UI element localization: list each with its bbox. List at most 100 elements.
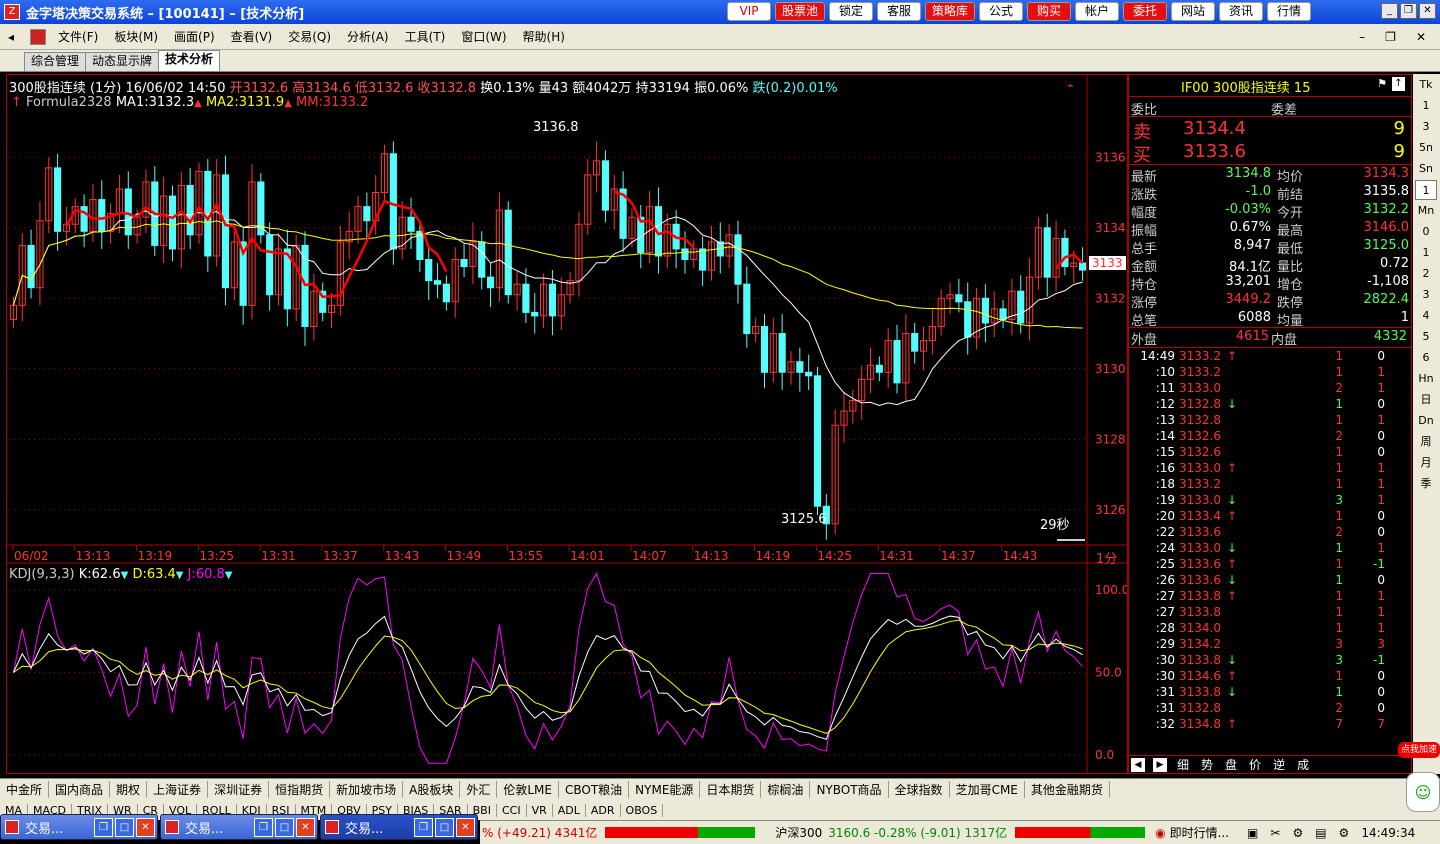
detail-tab-5[interactable]: 成 — [1291, 756, 1315, 773]
task-close-icon[interactable]: ✕ — [296, 817, 315, 837]
market-tab-1[interactable]: 国内商品 — [49, 781, 111, 798]
period-button-4[interactable]: Sn — [1415, 159, 1437, 179]
top-button-5[interactable]: 公式 — [979, 2, 1024, 21]
task-max-icon[interactable]: □ — [275, 817, 294, 837]
top-button-10[interactable]: 资讯 — [1219, 2, 1264, 21]
task-restore-icon[interactable]: ❐ — [414, 817, 433, 837]
close-icon[interactable]: ✕ — [1419, 3, 1436, 19]
market-tab-4[interactable]: 深圳证券 — [208, 781, 270, 798]
menu-item-1[interactable]: 板块(M) — [106, 28, 166, 45]
period-button-8[interactable]: 1 — [1415, 243, 1437, 263]
market-tab-16[interactable]: 芝加哥CME — [950, 781, 1025, 798]
indicator-tab-19[interactable]: OBOS — [621, 803, 664, 817]
tab-left-arrow-icon[interactable]: ◀ — [1131, 757, 1145, 772]
mdi-close-icon[interactable]: ✕ — [1408, 30, 1434, 44]
top-button-9[interactable]: 网站 — [1171, 2, 1216, 21]
indicator-tab-18[interactable]: ADR — [586, 803, 621, 817]
restore-icon[interactable]: ❐ — [1400, 3, 1417, 19]
detail-tab-0[interactable]: 细 — [1171, 756, 1195, 773]
settings-icon[interactable]: ⚙ — [1339, 826, 1350, 840]
candle-chart-svg[interactable]: 3136 3134 3132 3130 3128 3126 06/02 13:13 13:19 1… — [7, 75, 1129, 773]
indicator-tab-16[interactable]: VR — [527, 803, 553, 817]
period-button-17[interactable]: 周 — [1415, 432, 1437, 452]
taskbar-item-0[interactable]: 交易... ❐ □ ✕ — [0, 814, 158, 840]
top-button-1[interactable]: 股票池 — [775, 2, 826, 21]
detail-tab-4[interactable]: 逆 — [1267, 756, 1291, 773]
news-icon[interactable]: ◉ — [1155, 826, 1165, 840]
market-tab-3[interactable]: 上海证券 — [147, 781, 209, 798]
period-button-6[interactable]: Mn — [1415, 201, 1437, 221]
period-button-2[interactable]: 3 — [1415, 117, 1437, 137]
top-button-8[interactable]: 委托 — [1123, 2, 1168, 21]
market-tab-6[interactable]: 新加坡市场 — [330, 781, 404, 798]
market-tab-2[interactable]: 期权 — [110, 781, 148, 798]
ticket-icon[interactable]: ▤ — [1315, 826, 1326, 840]
taskbar-item-2[interactable]: 交易... ❐ □ ✕ — [320, 814, 478, 840]
workspace-tab-1[interactable]: 动态显示牌 — [85, 52, 160, 71]
period-button-16[interactable]: Dn — [1415, 411, 1437, 431]
menu-item-0[interactable]: 文件(F) — [50, 28, 106, 45]
menu-item-5[interactable]: 分析(A) — [339, 28, 397, 45]
speed-ball-icon[interactable]: ☺ — [1406, 772, 1440, 812]
period-button-7[interactable]: 0 — [1415, 222, 1437, 242]
tab-right-arrow-icon[interactable]: ▶ — [1153, 757, 1167, 772]
back-arrow-icon[interactable]: ◂ — [0, 30, 22, 44]
mdi-restore-icon[interactable]: ❐ — [1377, 30, 1404, 44]
task-max-icon[interactable]: □ — [435, 817, 454, 837]
period-button-10[interactable]: 3 — [1415, 285, 1437, 305]
market-tab-10[interactable]: CBOT粮油 — [559, 781, 630, 798]
market-tab-5[interactable]: 恒指期货 — [269, 781, 331, 798]
market-tab-11[interactable]: NYME能源 — [629, 781, 701, 798]
top-button-3[interactable]: 客服 — [877, 2, 922, 21]
detail-tab-2[interactable]: 盘 — [1219, 756, 1243, 773]
doc-menu-icon[interactable] — [30, 28, 47, 45]
indicator-tab-17[interactable]: ADL — [553, 803, 586, 817]
workspace-tab-0[interactable]: 综合管理 — [24, 52, 87, 71]
period-button-9[interactable]: 2 — [1415, 264, 1437, 284]
market-tab-13[interactable]: 棕榈油 — [761, 781, 811, 798]
period-button-3[interactable]: 5n — [1415, 138, 1437, 158]
tools-icon[interactable]: ✂ — [1270, 826, 1280, 840]
task-restore-icon[interactable]: ❐ — [94, 817, 113, 837]
top-button-11[interactable]: 行情 — [1267, 2, 1312, 21]
detail-tab-3[interactable]: 价 — [1243, 756, 1267, 773]
news-ticker[interactable]: 即时行情... — [1170, 824, 1229, 841]
top-button-4[interactable]: 策略库 — [925, 2, 976, 21]
mdi-minimize-icon[interactable]: – — [1351, 30, 1373, 44]
db-icon[interactable]: ▣ — [1247, 826, 1258, 840]
period-button-12[interactable]: 5 — [1415, 327, 1437, 347]
task-close-icon[interactable]: ✕ — [136, 817, 155, 837]
top-button-2[interactable]: 锁定 — [829, 2, 874, 21]
detail-tab-1[interactable]: 势 — [1195, 756, 1219, 773]
workspace-tab-2[interactable]: 技术分析 — [158, 50, 221, 71]
top-button-7[interactable]: 帐户 — [1075, 2, 1120, 21]
period-button-11[interactable]: 4 — [1415, 306, 1437, 326]
task-restore-icon[interactable]: ❐ — [254, 817, 273, 837]
market-tab-17[interactable]: 其他金融期货 — [1025, 781, 1110, 798]
period-button-14[interactable]: Hn — [1415, 369, 1437, 389]
task-close-icon[interactable]: ✕ — [456, 817, 475, 837]
market-tab-12[interactable]: 日本期货 — [700, 781, 762, 798]
quote-option-icon[interactable]: ⚑ — [1377, 77, 1387, 90]
menu-item-6[interactable]: 工具(T) — [397, 28, 454, 45]
task-max-icon[interactable]: □ — [115, 817, 134, 837]
menu-item-8[interactable]: 帮助(H) — [515, 28, 573, 45]
market-tab-14[interactable]: NYBOT商品 — [810, 781, 889, 798]
technical-chart[interactable]: 3136 3134 3132 3130 3128 3126 06/02 13:13 13:19 1… — [6, 74, 1129, 774]
market-tab-8[interactable]: 外汇 — [460, 781, 498, 798]
period-button-5[interactable]: 1 — [1415, 180, 1437, 200]
speedup-badge[interactable]: 点我加速 — [1398, 742, 1440, 758]
indicator-tab-15[interactable]: CCI — [497, 803, 527, 817]
market-tab-15[interactable]: 全球指数 — [889, 781, 950, 798]
minimize-icon[interactable]: _ — [1381, 3, 1398, 19]
quote-toggle-icon[interactable]: ↑ — [1392, 77, 1405, 91]
market-tab-0[interactable]: 中金所 — [0, 781, 50, 798]
formula-arrow-icon[interactable]: ↑ — [11, 95, 22, 110]
menu-item-3[interactable]: 查看(V) — [223, 28, 281, 45]
chart-toolbar-icon[interactable]: ⌁ — [1067, 79, 1074, 92]
app-icon[interactable]: Z — [4, 4, 20, 20]
period-button-0[interactable]: Tk — [1415, 75, 1437, 95]
taskbar-item-1[interactable]: 交易... ❐ □ ✕ — [160, 814, 318, 840]
menu-item-2[interactable]: 画面(P) — [166, 28, 223, 45]
period-button-15[interactable]: 日 — [1415, 390, 1437, 410]
